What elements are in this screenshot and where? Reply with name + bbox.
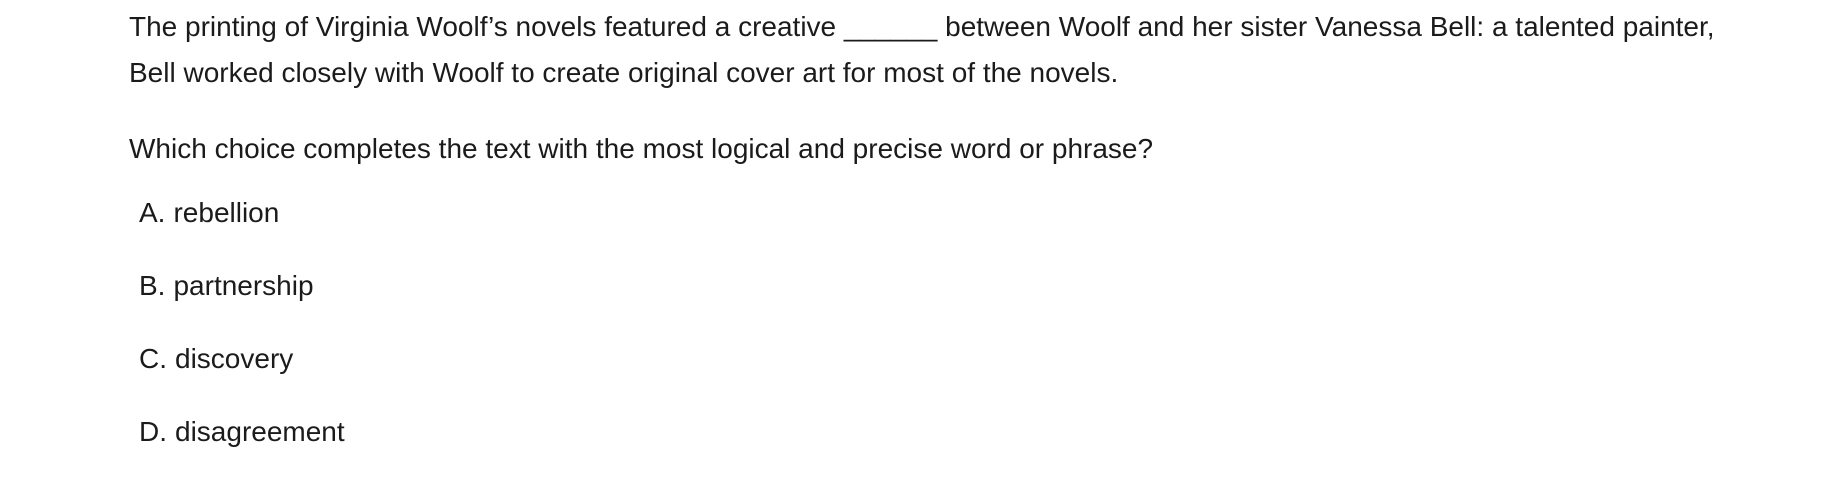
choice-b[interactable]: B. partnership	[139, 263, 345, 336]
choice-letter: A.	[139, 197, 166, 228]
choice-text: rebellion	[173, 197, 280, 228]
choice-d[interactable]: D. disagreement	[139, 409, 345, 482]
choice-text: discovery	[175, 343, 294, 374]
choice-c[interactable]: C. discovery	[139, 336, 345, 409]
choice-text: disagreement	[175, 416, 345, 447]
question-prompt: Which choice completes the text with the…	[129, 133, 1154, 164]
choice-letter: B.	[139, 270, 166, 301]
choice-text: partnership	[173, 270, 314, 301]
passage-before: The printing of Virginia Woolf’s novels …	[129, 11, 837, 42]
choice-a[interactable]: A. rebellion	[139, 190, 345, 263]
passage-text: The printing of Virginia Woolf’s novels …	[129, 4, 1729, 96]
choice-letter: C.	[139, 343, 167, 374]
answer-choices: A. rebellion B. partnership C. discovery D.…	[139, 190, 345, 482]
choice-letter: D.	[139, 416, 167, 447]
passage-blank: ______	[843, 11, 938, 42]
